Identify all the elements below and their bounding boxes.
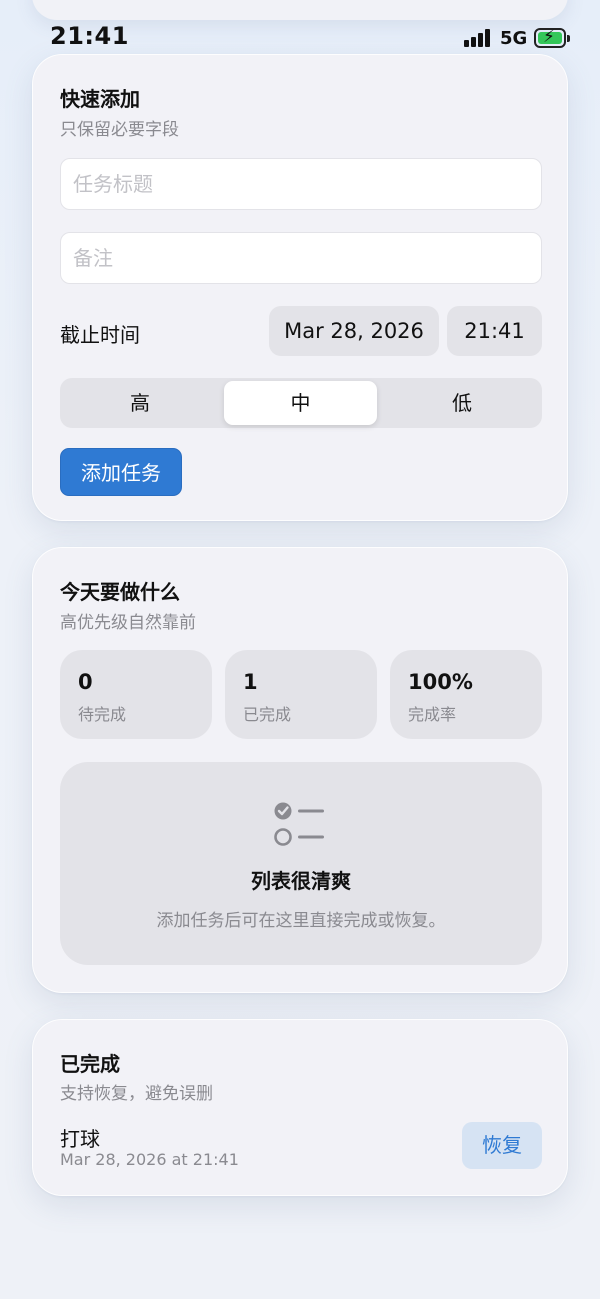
today-card: 今天要做什么 高优先级自然靠前 0 待完成 1 已完成 100% 完成率 列表很… xyxy=(32,547,568,993)
completed-task-name: 打球 xyxy=(60,1127,100,1151)
priority-low-segment[interactable]: 低 xyxy=(382,378,542,428)
quick-add-title: 快速添加 xyxy=(60,87,140,111)
task-title-input[interactable]: 任务标题 xyxy=(60,158,542,210)
empty-state-title: 列表很清爽 xyxy=(251,869,351,893)
quick-add-card: 快速添加 只保留必要字段 任务标题 备注 截止时间 Mar 28, 2026 2… xyxy=(32,54,568,521)
add-task-button[interactable]: 添加任务 xyxy=(60,448,182,496)
quick-add-subtitle: 只保留必要字段 xyxy=(60,120,179,140)
empty-state-description: 添加任务后可在这里直接完成或恢复。 xyxy=(156,911,446,931)
stat-completion-rate: 100% 完成率 xyxy=(390,650,542,739)
today-subtitle: 高优先级自然靠前 xyxy=(60,613,196,633)
stat-pending-value: 0 xyxy=(78,670,93,694)
stat-rate-label: 完成率 xyxy=(408,705,457,724)
priority-medium-segment[interactable]: 中 xyxy=(224,381,377,425)
status-bar: 21:41 5G ⚡ xyxy=(0,0,600,56)
time-picker-button[interactable]: 21:41 xyxy=(447,306,542,356)
stat-completed: 1 已完成 xyxy=(225,650,377,739)
empty-state: 列表很清爽 添加任务后可在这里直接完成或恢复。 xyxy=(60,762,542,965)
priority-high-segment[interactable]: 高 xyxy=(60,378,220,428)
completed-card: 已完成 支持恢复，避免误删 打球 Mar 28, 2026 at 21:41 恢… xyxy=(32,1019,568,1196)
app-screen: 21:41 5G ⚡ 快速添加 只保留必要字段 任务标题 备注 截止时间 Mar… xyxy=(0,0,600,1299)
restore-button[interactable]: 恢复 xyxy=(462,1122,542,1169)
completed-title: 已完成 xyxy=(60,1052,120,1076)
date-picker-button[interactable]: Mar 28, 2026 xyxy=(269,306,439,356)
stat-pending-label: 待完成 xyxy=(78,705,127,724)
network-type: 5G xyxy=(500,28,528,49)
stat-completed-value: 1 xyxy=(243,670,258,694)
completed-subtitle: 支持恢复，避免误删 xyxy=(60,1084,213,1104)
note-input[interactable]: 备注 xyxy=(60,232,542,284)
cellular-signal-icon xyxy=(464,29,492,47)
stat-completed-label: 已完成 xyxy=(243,705,292,724)
stat-pending: 0 待完成 xyxy=(60,650,212,739)
today-title: 今天要做什么 xyxy=(60,580,180,604)
priority-segmented-control: 高 中 低 xyxy=(60,378,542,428)
status-time: 21:41 xyxy=(50,22,129,50)
stat-rate-value: 100% xyxy=(408,670,473,694)
checklist-icon xyxy=(274,802,324,846)
deadline-label: 截止时间 xyxy=(60,323,140,347)
battery-charging-icon: ⚡ xyxy=(534,27,570,48)
completed-task-time: Mar 28, 2026 at 21:41 xyxy=(60,1150,239,1169)
